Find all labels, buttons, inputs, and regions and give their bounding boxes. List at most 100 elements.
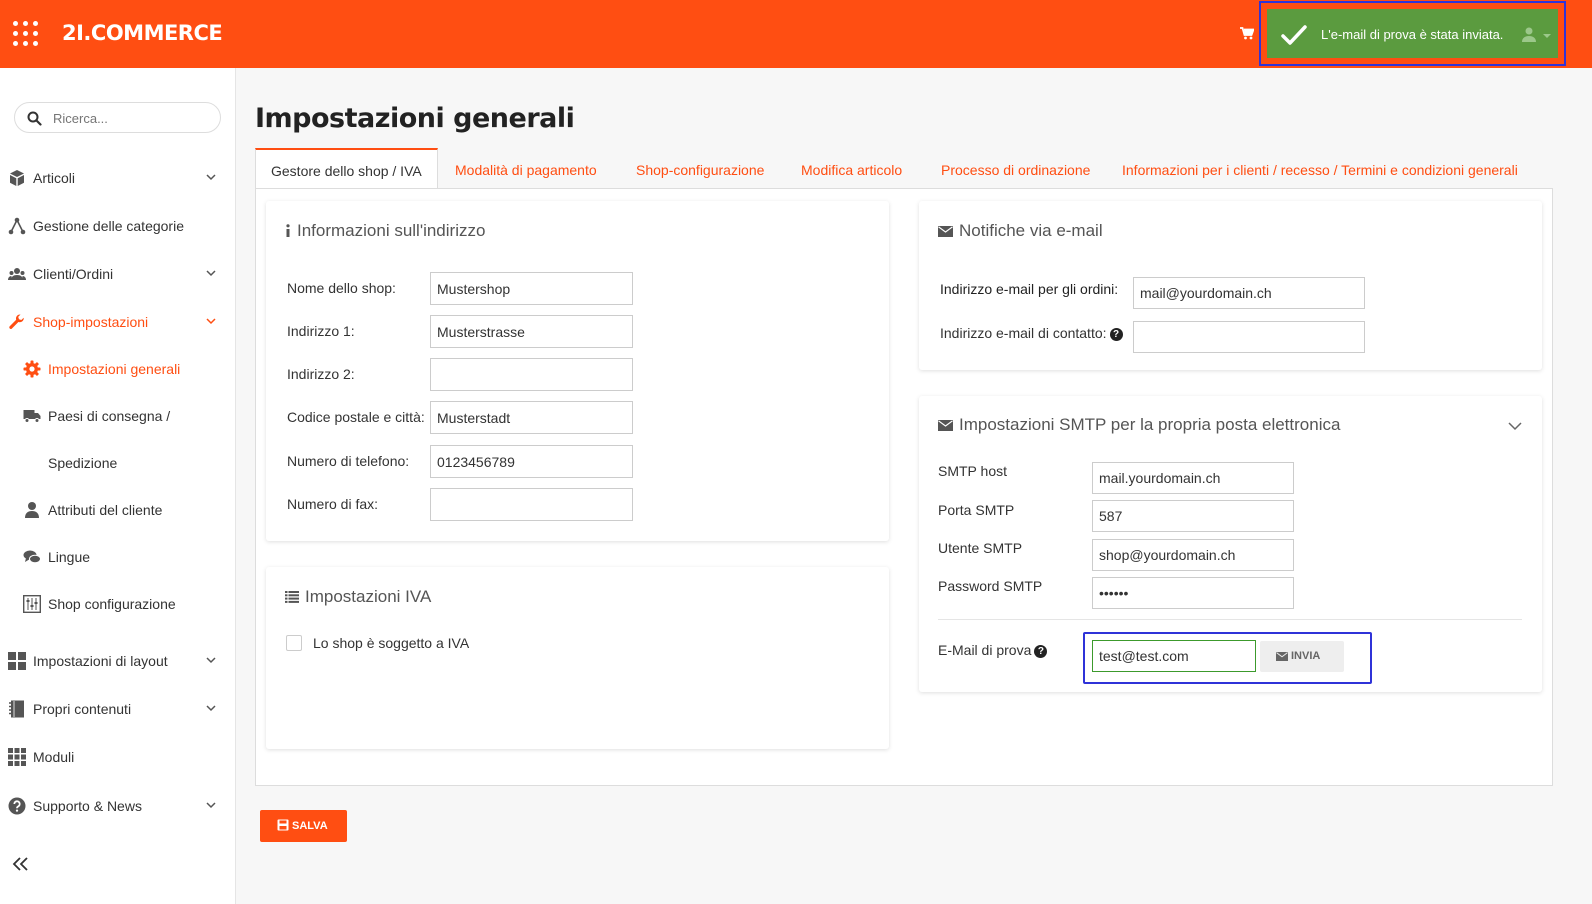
smtp-user-label: Utente SMTP [938,540,1023,556]
toast-body: L'e-mail di prova è stata inviata. [1267,9,1558,58]
chevron-down-icon [206,318,216,325]
smtp-port-input[interactable] [1092,500,1294,532]
sidebar-item-moduli[interactable]: Moduli [0,737,235,777]
orders-email-input[interactable] [1133,277,1365,309]
tab-shop-configurazione[interactable]: Shop-configurazione [636,148,764,189]
zip-city-input[interactable] [430,401,633,434]
envelope-icon [1276,652,1288,661]
save-button-label: SALVA [292,820,328,832]
sidebar-item-label: Clienti/Ordini [33,266,114,282]
sidebar-item-label: Attributi del cliente [48,502,163,518]
sidebar-item-articoli[interactable]: Articoli [0,158,235,198]
sidebar-item-layout[interactable]: Impostazioni di layout [0,641,235,681]
email-notifications-card: Notifiche via e-mail Indirizzo e-mail pe… [919,201,1542,370]
modules-icon [8,748,26,766]
toast-message: L'e-mail di prova è stata inviata. [1321,27,1504,42]
gear-icon [23,360,41,378]
address-card-title: Informazioni sull'indirizzo [285,221,485,241]
sidebar-item-impostazioni-generali[interactable]: Impostazioni generali [0,349,235,389]
sidebar-item-paesi-consegna[interactable]: Paesi di consegna / [0,396,235,436]
comments-icon [23,550,41,564]
info-icon [286,224,290,237]
chevron-down-icon [206,657,216,664]
chevron-down-icon[interactable] [1508,421,1522,431]
sidebar: Articoli Gestione delle categorie Client… [0,68,236,904]
address2-input[interactable] [430,358,633,391]
question-circle-icon[interactable]: ? [1109,328,1123,341]
floppy-disk-icon [277,819,289,831]
smtp-card-title: Impostazioni SMTP per la propria posta e… [938,415,1340,435]
sidebar-item-label: Paesi di consegna / [48,408,171,424]
chevron-down-icon[interactable] [1543,34,1551,38]
shop-name-label: Nome dello shop: [287,280,396,296]
sidebar-item-label: Propri contenuti [33,701,132,717]
sidebar-item-label: Articoli [33,170,76,186]
truck-icon [23,410,41,423]
contact-email-label: Indirizzo e-mail di contatto:? [940,325,1123,341]
user-icon[interactable] [1521,26,1537,42]
smtp-card: Impostazioni SMTP per la propria posta e… [919,396,1542,692]
smtp-card-title-text: Impostazioni SMTP per la propria posta e… [959,415,1341,434]
chevron-down-icon [206,174,216,181]
vat-checkbox-label: Lo shop è soggetto a IVA [313,635,470,651]
sidebar-item-lingue[interactable]: Lingue [0,537,235,577]
address1-label: Indirizzo 1: [287,323,355,339]
apps-grid-icon[interactable] [13,21,39,47]
chevron-down-icon [206,802,216,809]
search-input[interactable] [53,109,213,127]
question-circle-icon[interactable]: ? [1034,645,1048,658]
smtp-password-label: Password SMTP [938,578,1043,594]
tab-gestore-shop[interactable]: Gestore dello shop / IVA [255,148,438,189]
sidebar-item-label: Shop configurazione [48,596,176,612]
smtp-host-input[interactable] [1092,462,1294,494]
smtp-user-input[interactable] [1092,539,1294,571]
test-email-label: E-Mail di prova? [938,642,1048,658]
sidebar-item-shop-impostazioni[interactable]: Shop-impostazioni [0,302,235,342]
wrench-icon [9,314,24,329]
send-button-label: INVIA [1291,650,1321,662]
list-icon [285,591,299,603]
sidebar-item-label: Shop-impostazioni [33,314,149,330]
vat-card: Impostazioni IVA Lo shop è soggetto a IV… [266,567,889,749]
fax-input[interactable] [430,488,633,521]
contact-email-input[interactable] [1133,321,1365,353]
sidebar-item-shop-configurazione[interactable]: Shop configurazione [0,584,235,624]
box-icon [10,170,24,186]
tab-modifica-articolo[interactable]: Modifica articolo [801,148,902,189]
envelope-icon [938,420,953,431]
sidebar-item-categorie[interactable]: Gestione delle categorie [0,206,235,246]
logo[interactable]: 2I.COMMERCE [62,21,223,45]
sidebar-item-attributi-cliente[interactable]: Attributi del cliente [0,490,235,530]
tab-modalita-pagamento[interactable]: Modalità di pagamento [455,148,597,189]
vat-checkbox[interactable] [286,635,302,651]
sidebar-item-supporto[interactable]: Supporto & News [0,786,235,826]
sidebar-item-propri-contenuti[interactable]: Propri contenuti [0,689,235,729]
sidebar-item-spedizione[interactable]: Spedizione [0,443,235,483]
search-box [14,102,221,133]
collapse-sidebar-icon[interactable] [12,856,30,872]
phone-input[interactable] [430,445,633,478]
envelope-icon [938,226,953,237]
test-email-input[interactable] [1092,640,1256,672]
grid-icon [8,652,26,670]
address1-input[interactable] [430,315,633,348]
email-card-title-text: Notifiche via e-mail [959,221,1103,240]
top-header: 2I.COMMERCE L'e-mail di prova è stata in… [0,0,1592,68]
cart-icon[interactable] [1240,25,1254,41]
sidebar-item-clienti[interactable]: Clienti/Ordini [0,254,235,294]
divider [938,619,1522,620]
tab-informazioni-clienti[interactable]: Informazioni per i clienti / recesso / T… [1122,148,1518,189]
sidebar-item-label: Supporto & News [33,798,142,814]
address-card-title-text: Informazioni sull'indirizzo [297,221,486,240]
page-title: Impostazioni generali [255,103,575,134]
smtp-password-input[interactable] [1092,577,1294,609]
smtp-port-label: Porta SMTP [938,502,1015,518]
tab-processo-ordinazione[interactable]: Processo di ordinazione [941,148,1090,189]
shop-name-input[interactable] [430,272,633,305]
check-icon [1281,25,1307,45]
save-button[interactable]: SALVA [260,810,347,842]
send-test-button[interactable]: INVIA [1260,641,1344,672]
sliders-icon [23,595,41,613]
sidebar-item-label: Spedizione [48,455,118,471]
chevron-down-icon [206,705,216,712]
